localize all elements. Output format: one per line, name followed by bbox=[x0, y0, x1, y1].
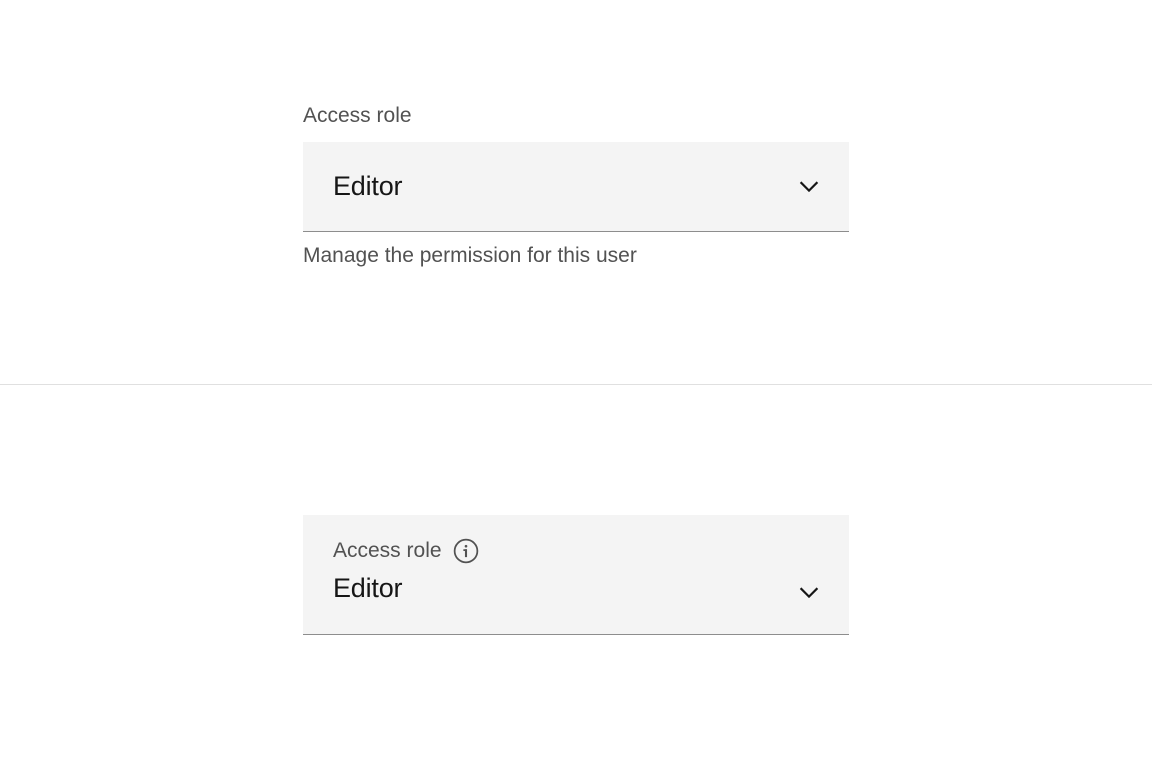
access-role-select-fluid[interactable]: Access role Editor bbox=[303, 515, 849, 635]
access-role-field-fluid: Access role Editor bbox=[303, 515, 849, 635]
chevron-down-icon bbox=[799, 583, 819, 603]
access-role-label-row: Access role bbox=[333, 537, 819, 565]
access-role-label: Access role bbox=[303, 104, 849, 128]
access-role-field-default: Access role Editor Manage the permission… bbox=[303, 104, 849, 268]
access-role-select[interactable]: Editor bbox=[303, 142, 849, 232]
chevron-down-icon bbox=[799, 177, 819, 197]
access-role-helper: Manage the permission for this user bbox=[303, 244, 849, 268]
access-role-label-fluid: Access role bbox=[333, 539, 442, 563]
information-icon[interactable] bbox=[452, 537, 480, 565]
access-role-value: Editor bbox=[333, 171, 402, 202]
access-role-value-fluid: Editor bbox=[333, 573, 819, 604]
divider bbox=[0, 384, 1152, 385]
